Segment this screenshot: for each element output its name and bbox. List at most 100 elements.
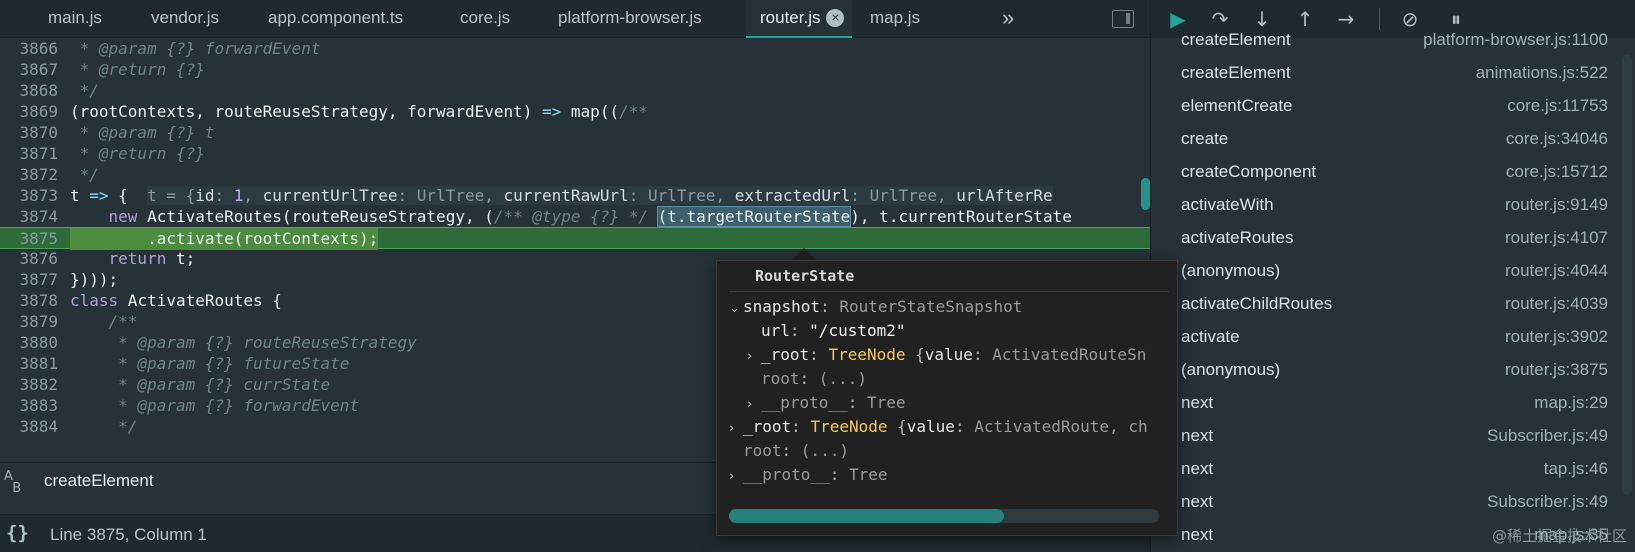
tree-node-root[interactable]: › _root: TreeNode {value: ActivatedRoute,… bbox=[729, 415, 1148, 439]
line-number: 3874 bbox=[19, 207, 58, 226]
prop-sep: : bbox=[820, 297, 840, 316]
call-stack-frame[interactable]: next Subscriber.js:49 bbox=[1151, 486, 1635, 519]
tab-main-js[interactable]: main.js bbox=[48, 0, 102, 38]
match-case-icon[interactable]: A B bbox=[4, 470, 30, 497]
frame-function: next bbox=[1181, 426, 1214, 445]
code-token: /** bbox=[619, 102, 648, 121]
frame-function: (anonymous) bbox=[1181, 261, 1281, 280]
call-stack-frame[interactable]: activate router.js:3902 bbox=[1151, 321, 1635, 354]
frame-function: createElement bbox=[1181, 63, 1291, 82]
scrollbar-thumb[interactable] bbox=[729, 509, 1004, 523]
tree-node-root-getter[interactable]: root: (...) bbox=[743, 439, 849, 463]
frame-location: router.js:3875 bbox=[1504, 360, 1608, 379]
code-text: return t; bbox=[70, 248, 196, 270]
line-number: 3878 bbox=[19, 291, 58, 310]
tab-app-component-ts[interactable]: app.component.ts bbox=[268, 0, 403, 38]
frame-function: activateWith bbox=[1181, 195, 1274, 214]
close-icon[interactable]: × bbox=[826, 8, 845, 27]
prop-sep: : bbox=[972, 345, 993, 364]
pretty-print-icon[interactable]: {} bbox=[6, 522, 29, 544]
call-stack-frame[interactable]: next Subscriber.js:49 bbox=[1151, 420, 1635, 453]
prop-sep: : bbox=[829, 465, 849, 484]
popover-horizontal-scrollbar[interactable] bbox=[729, 509, 1159, 523]
tree-node-proto-child[interactable]: › __proto__: Tree bbox=[747, 391, 906, 415]
code-text: * @param {?} currState bbox=[70, 375, 331, 394]
prop-key: __proto__ bbox=[743, 465, 830, 484]
code-text: */ bbox=[70, 417, 138, 436]
chevron-down-icon[interactable]: ⌄ bbox=[729, 297, 743, 321]
tab-core-js[interactable]: core.js bbox=[460, 0, 510, 38]
call-stack-frame[interactable]: elementCreate core.js:11753 bbox=[1151, 90, 1635, 123]
variable-hover-popover: RouterState ⌄ snapshot: RouterStateSnapsh… bbox=[716, 260, 1178, 536]
chevron-right-icon[interactable]: › bbox=[729, 417, 743, 441]
frame-function: create bbox=[1181, 129, 1229, 148]
frame-location: core.js:34046 bbox=[1505, 129, 1608, 148]
code-text: }))); bbox=[70, 270, 119, 289]
prop-sep: : bbox=[789, 321, 810, 340]
prop-type: ActivatedRoute, ch bbox=[974, 417, 1148, 436]
frame-function: next bbox=[1181, 525, 1214, 544]
call-stack-frame[interactable]: activateChildRoutes router.js:4039 bbox=[1151, 288, 1635, 321]
call-stack-frame[interactable]: (anonymous) router.js:4044 bbox=[1151, 255, 1635, 288]
popover-caret bbox=[792, 248, 816, 260]
prop-key: _root bbox=[761, 345, 810, 364]
tab-map-js[interactable]: map.js bbox=[870, 0, 920, 38]
call-stack-frame[interactable]: next tap.js:46 bbox=[1151, 453, 1635, 486]
chevron-right-icon[interactable]: › bbox=[747, 393, 761, 417]
tree-node-snapshot[interactable]: ⌄ snapshot: RouterStateSnapshot bbox=[729, 295, 1022, 319]
code-text: class ActivateRoutes { bbox=[70, 290, 282, 312]
line-number: 3875 bbox=[19, 229, 58, 248]
tree-node-root-child[interactable]: › _root: TreeNode {value: ActivatedRouteS… bbox=[747, 343, 1146, 367]
tree-node-proto[interactable]: › __proto__: Tree bbox=[729, 463, 888, 487]
code-token: new bbox=[108, 207, 138, 226]
code-text: */ bbox=[70, 81, 99, 100]
tab-label: core.js bbox=[460, 8, 511, 27]
code-text: * @param {?} futureState bbox=[70, 354, 350, 373]
editor-vertical-scrollbar[interactable] bbox=[1141, 178, 1150, 210]
prop-sep: : bbox=[809, 345, 829, 364]
prop-type: Tree bbox=[866, 393, 906, 412]
prop-token: { bbox=[887, 417, 907, 436]
call-stack-frame[interactable]: activateWith router.js:9149 bbox=[1151, 189, 1635, 222]
frame-location: Subscriber.js:49 bbox=[1487, 426, 1608, 445]
line-number: 3881 bbox=[19, 354, 58, 373]
call-stack-frame[interactable]: createComponent core.js:15712 bbox=[1151, 156, 1635, 189]
call-stack-frame[interactable]: next map.js:29 bbox=[1151, 387, 1635, 420]
chevron-right-icon[interactable]: › bbox=[747, 345, 761, 369]
prop-type: ActivatedRouteSn bbox=[992, 345, 1147, 364]
call-stack-frame[interactable]: activateRoutes router.js:4107 bbox=[1151, 222, 1635, 255]
call-stack-frame[interactable]: (anonymous) router.js:3875 bbox=[1151, 354, 1635, 387]
call-stack-frame[interactable]: create core.js:34046 bbox=[1151, 123, 1635, 156]
tab-label: router.js bbox=[760, 8, 821, 27]
tab-platform-browser-js[interactable]: platform-browser.js bbox=[558, 0, 702, 38]
sidebar-scrollbar[interactable] bbox=[1622, 55, 1632, 495]
frame-location: router.js:9149 bbox=[1504, 195, 1608, 214]
code-token: => bbox=[89, 186, 109, 205]
frame-function: createElement bbox=[1181, 30, 1291, 49]
hovered-expression[interactable]: (t.targetRouterState bbox=[656, 206, 852, 227]
tab-label: platform-browser.js bbox=[558, 8, 702, 27]
tab-label: app.component.ts bbox=[268, 8, 404, 27]
code-text: * @return {?} bbox=[70, 144, 205, 163]
frame-location: router.js:4107 bbox=[1504, 228, 1608, 247]
call-stack-frame[interactable]: createElement platform-browser.js:1100 bbox=[1151, 24, 1635, 57]
watermark: @稀土掘金技术社区 bbox=[1491, 527, 1627, 545]
line-number: 3871 bbox=[19, 144, 58, 163]
frame-location: router.js:4044 bbox=[1504, 261, 1608, 280]
code-token: => bbox=[542, 102, 562, 121]
code-token: t; bbox=[166, 249, 196, 268]
toggle-sidebar-icon[interactable] bbox=[1112, 10, 1134, 28]
tab-router-js[interactable]: router.js × bbox=[746, 0, 853, 38]
call-stack-frame[interactable]: createElement animations.js:522 bbox=[1151, 57, 1635, 90]
tree-node-url: url: "/custom2" bbox=[761, 319, 906, 343]
prop-key: snapshot bbox=[743, 297, 821, 316]
more-tabs-icon[interactable]: » bbox=[1002, 0, 1014, 38]
prop-token: { bbox=[905, 345, 925, 364]
tree-node-root-getter[interactable]: root: (...) bbox=[761, 367, 867, 391]
chevron-right-icon[interactable]: › bbox=[729, 465, 743, 489]
tab-vendor-js[interactable]: vendor.js bbox=[151, 0, 219, 38]
frame-function: next bbox=[1181, 459, 1214, 478]
prop-key: __proto__ bbox=[761, 393, 848, 412]
search-input[interactable] bbox=[44, 467, 704, 495]
iv-type: UrlTree bbox=[416, 186, 485, 205]
